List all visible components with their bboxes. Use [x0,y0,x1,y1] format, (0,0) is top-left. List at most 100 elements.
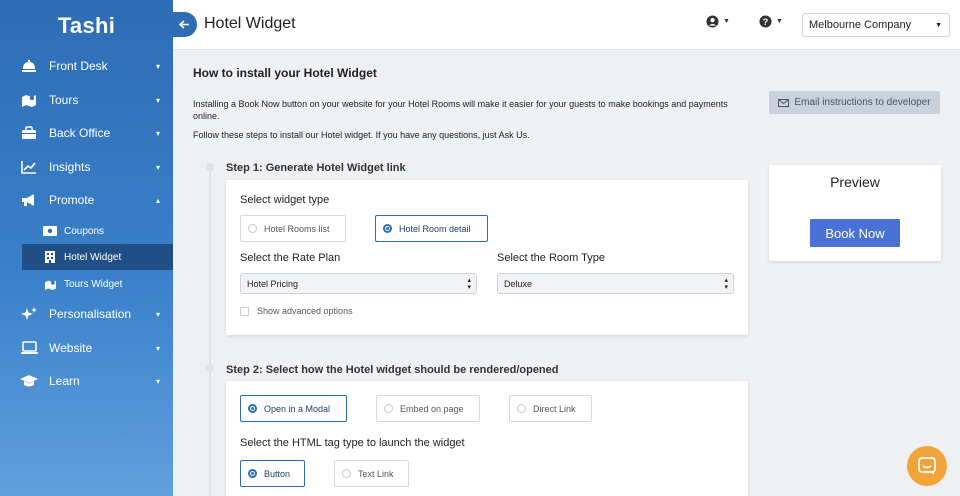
chevron-down-icon: ▾ [155,376,160,386]
chevron-down-icon: ▾ [155,343,160,353]
step-1-title: Step 1: Generate Hotel Widget link [226,162,406,174]
chevron-down-icon: ▾ [155,95,160,105]
option-button[interactable]: Button [240,460,305,487]
arrow-left-icon [179,20,189,29]
sidebar-item-insights[interactable]: Insights ▾ [0,152,173,182]
widget-type-label: Select widget type [240,194,330,206]
room-type-value: Deluxe [504,278,533,289]
radio-button[interactable] [342,469,351,478]
sparkles-icon [19,305,39,323]
sidebar-item-front-desk[interactable]: Front Desk ▾ [0,51,173,81]
map-icon [43,278,57,290]
checkbox[interactable] [240,306,249,316]
graduation-cap-icon [19,372,39,390]
option-label: Hotel Rooms list [264,223,330,234]
preview-title: Preview [830,174,880,190]
step-1-marker [206,163,214,171]
rate-plan-label: Select the Rate Plan [240,252,341,264]
sidebar-item-tours[interactable]: Tours ▾ [0,85,173,115]
envelope-icon [778,98,790,107]
option-hotel-rooms-list[interactable]: Hotel Rooms list [240,215,346,242]
chevron-down-icon: ▾ [155,128,160,138]
option-label: Embed on page [400,403,464,414]
steps-timeline [209,165,211,496]
sidebar-item-label: Back Office [49,126,111,140]
rate-plan-value: Hotel Pricing [247,278,299,289]
briefcase-icon [19,124,39,142]
svg-text:?: ? [763,17,769,27]
sidebar-item-back-office[interactable]: Back Office ▾ [0,118,173,148]
option-direct-link[interactable]: Direct Link [509,395,592,422]
option-hotel-room-detail[interactable]: Hotel Room detail [375,215,488,242]
sidebar-item-label: Insights [49,160,91,174]
radio-button[interactable] [248,404,257,413]
radio-button[interactable] [248,224,257,233]
chevron-down-icon: ▾ [155,61,160,71]
sidebar-item-website[interactable]: Website ▾ [0,333,173,363]
html-tag-label: Select the HTML tag type to launch the w… [240,437,465,449]
select-arrows-icon: ▴ ▾ [724,277,728,291]
chat-icon [918,457,936,475]
chevron-down-icon: ▼ [723,18,730,25]
chevron-up-icon: ▴ [155,195,160,205]
sidebar-item-learn[interactable]: Learn ▾ [0,366,173,396]
option-open-in-modal[interactable]: Open in a Modal [240,395,347,422]
chat-button[interactable] [907,446,947,486]
sidebar-subitem-label: Coupons [64,225,105,237]
radio-button[interactable] [517,404,526,413]
help-menu-button[interactable]: ? ▼ [759,15,783,28]
megaphone-icon [19,191,39,209]
step-1-card: Select widget type Hotel Rooms list Hote… [226,180,748,335]
radio-button[interactable] [248,469,257,478]
sidebar: Tashi Front Desk ▾ Tours ▾ Back Office ▾… [0,0,173,496]
chart-line-icon [19,158,39,176]
book-now-button[interactable]: Book Now [810,219,900,247]
sidebar-subitem-tours-widget[interactable]: Tours Widget [22,271,173,297]
sidebar-item-label: Promote [49,193,95,207]
bell-icon [19,57,39,75]
option-embed-on-page[interactable]: Embed on page [376,395,480,422]
select-arrows-icon: ▴ ▾ [467,277,471,291]
advanced-options-label: Show advanced options [257,306,353,316]
sidebar-item-personalisation[interactable]: Personalisation ▾ [0,299,173,329]
sidebar-item-label: Front Desk [49,59,108,73]
sidebar-subitem-label: Tours Widget [64,278,123,290]
chevron-down-icon: ▼ [776,18,783,25]
radio-button[interactable] [384,404,393,413]
user-circle-icon [706,15,719,28]
top-bar: Hotel Widget ▼ ? ▼ Melbourne Company ▼ [172,0,960,50]
option-text-link[interactable]: Text Link [334,460,409,487]
chevron-down-icon: ▼ [935,22,942,29]
step-2-title: Step 2: Select how the Hotel widget shou… [226,364,559,376]
email-instructions-label: Email instructions to developer [794,97,931,108]
ticket-icon [43,225,57,237]
option-label: Hotel Room detail [399,223,471,234]
radio-button[interactable] [383,224,392,233]
chevron-down-icon: ▾ [155,309,160,319]
question-circle-icon: ? [759,15,772,28]
option-label: Open in a Modal [264,403,331,414]
app-logo[interactable]: Tashi [0,0,173,52]
room-type-label: Select the Room Type [497,252,606,264]
room-type-select[interactable]: Deluxe ▴ ▾ [497,273,734,294]
sidebar-subitem-hotel-widget[interactable]: Hotel Widget [22,244,173,270]
chevron-down-icon: ▾ [155,162,160,172]
advanced-options-toggle[interactable]: Show advanced options [240,306,353,316]
back-button[interactable] [172,12,197,37]
step-2-marker [206,364,214,372]
sidebar-subitem-label: Hotel Widget [64,251,122,263]
company-select[interactable]: Melbourne Company ▼ [802,13,950,37]
option-label: Button [264,468,291,479]
user-menu-button[interactable]: ▼ [706,15,730,28]
step-2-card: Open in a Modal Embed on page Direct Lin… [226,381,748,496]
page-title: Hotel Widget [204,15,296,32]
sidebar-item-promote[interactable]: Promote ▴ [0,185,173,215]
laptop-icon [19,339,39,357]
rate-plan-select[interactable]: Hotel Pricing ▴ ▾ [240,273,477,294]
email-instructions-button[interactable]: Email instructions to developer [769,91,940,114]
section-heading: How to install your Hotel Widget [193,66,377,80]
intro-text-steps: Follow these steps to install our Hotel … [193,130,530,140]
option-label: Text Link [358,468,394,479]
sidebar-subitem-coupons[interactable]: Coupons [22,218,173,244]
building-icon [43,251,57,263]
